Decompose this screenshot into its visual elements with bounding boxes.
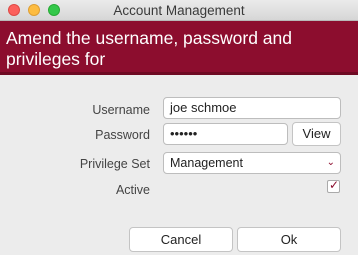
chevron-down-icon: ⌄ xyxy=(326,157,335,168)
privilege-set-value: Management xyxy=(170,156,243,170)
window-titlebar: Account Management xyxy=(0,0,358,21)
active-checkbox[interactable]: ✓ xyxy=(327,178,340,193)
username-label: Username xyxy=(92,103,150,117)
ok-button[interactable]: Ok xyxy=(237,227,341,252)
privilege-set-select[interactable]: Management ⌄ xyxy=(163,152,341,174)
form-panel: Username joe schmoe Password •••••• View… xyxy=(0,75,358,255)
password-label: Password xyxy=(95,128,150,142)
username-field[interactable]: joe schmoe xyxy=(163,97,341,119)
privilege-set-label: Privilege Set xyxy=(79,157,150,171)
active-label: Active xyxy=(115,183,150,197)
window-title: Account Management xyxy=(113,3,245,18)
view-password-button[interactable]: View xyxy=(292,122,341,146)
banner-heading: Amend the username, password and privile… xyxy=(6,28,292,69)
cancel-button[interactable]: Cancel xyxy=(129,227,233,252)
header-banner: Amend the username, password and privile… xyxy=(0,21,358,75)
password-field[interactable]: •••••• xyxy=(163,123,288,145)
checkmark-icon: ✓ xyxy=(329,178,340,192)
